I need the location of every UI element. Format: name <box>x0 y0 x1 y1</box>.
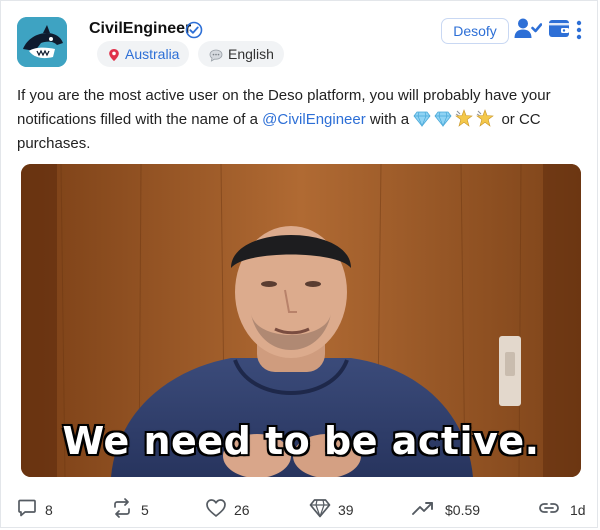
permalink-action[interactable]: 1d <box>538 498 586 520</box>
following-user-icon[interactable] <box>514 17 542 39</box>
diamond-action[interactable]: 39 <box>309 498 365 520</box>
desofy-button[interactable]: Desofy <box>441 18 509 44</box>
speech-bubble-icon <box>209 49 223 62</box>
post-age: 1d <box>570 502 586 518</box>
link-icon <box>539 503 559 513</box>
repost-count: 5 <box>141 502 149 518</box>
more-options-icon[interactable] <box>575 19 583 41</box>
language-pill[interactable]: English <box>198 41 284 67</box>
like-count: 26 <box>234 502 250 518</box>
post-body: If you are the most active user on the D… <box>17 84 583 156</box>
map-pin-icon <box>109 49 119 62</box>
diamond-outline-icon <box>309 499 331 518</box>
location-pill[interactable]: Australia <box>97 41 189 67</box>
post-card: CivilEngineer Australia English Desofy I… <box>0 0 598 528</box>
avatar[interactable] <box>17 17 67 67</box>
post-text-middle: with a <box>365 111 414 128</box>
repost-action[interactable]: 5 <box>111 498 159 520</box>
repost-icon <box>114 498 130 518</box>
comment-count: 8 <box>45 502 53 518</box>
mention-link[interactable]: @CivilEngineer <box>262 111 366 128</box>
diamond-icon <box>434 111 452 127</box>
verified-badge-icon <box>185 21 203 39</box>
price-action[interactable]: $0.59 <box>411 498 483 520</box>
language-label: English <box>228 46 274 62</box>
like-action[interactable]: 26 <box>205 498 261 520</box>
shark-avatar-image <box>17 17 67 67</box>
post-media-gif[interactable]: We need to be active. <box>21 164 581 477</box>
coin-price: $0.59 <box>445 502 481 518</box>
wallet-icon[interactable] <box>548 18 570 38</box>
comment-icon <box>18 499 36 517</box>
diamond-icon <box>413 111 431 127</box>
trending-up-icon <box>412 502 433 515</box>
gif-caption: We need to be active. <box>62 419 540 463</box>
location-label: Australia <box>125 46 180 62</box>
comment-action[interactable]: 8 <box>17 498 65 520</box>
shooting-star-icon <box>476 109 495 127</box>
username[interactable]: CivilEngineer <box>89 20 191 38</box>
heart-icon <box>206 499 226 517</box>
shooting-star-icon <box>455 109 474 127</box>
diamond-count: 39 <box>338 502 354 518</box>
